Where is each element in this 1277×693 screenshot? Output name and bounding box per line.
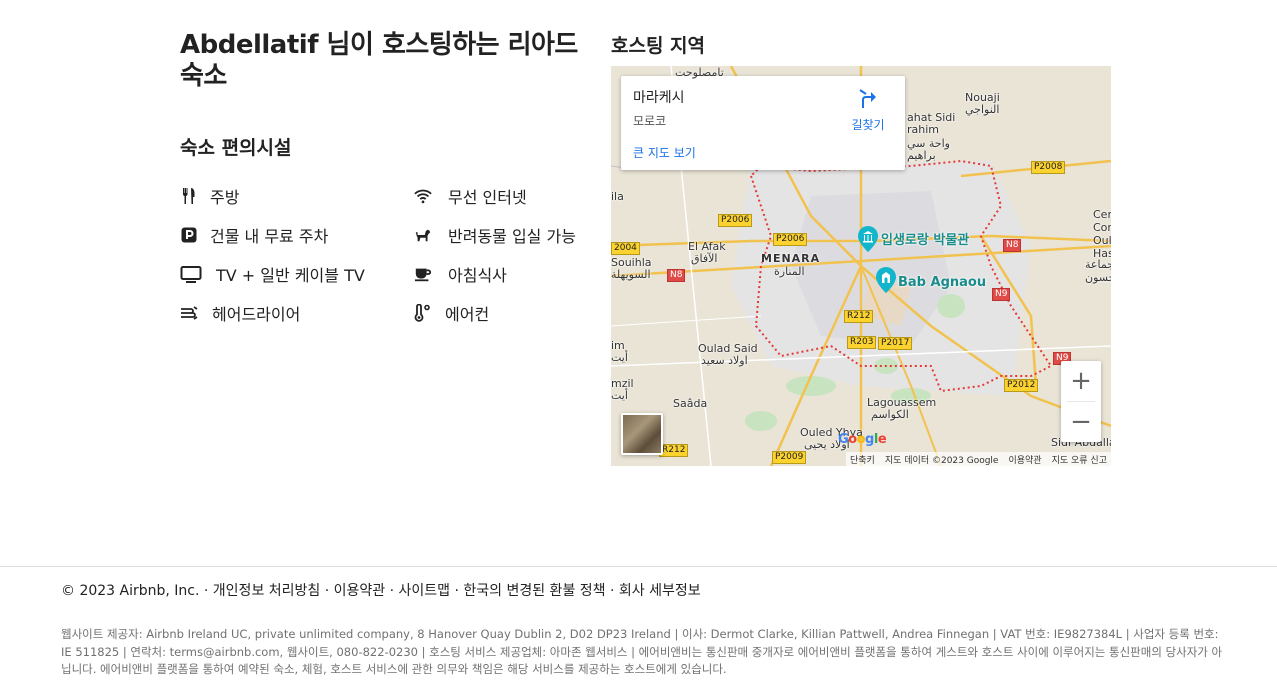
google-logo: Google: [838, 432, 887, 447]
map-label: جماعة حسون: [1085, 258, 1111, 284]
footer-links[interactable]: © 2023 Airbnb, Inc. · 개인정보 처리방침 · 이용약관 ·…: [61, 580, 701, 600]
road-sign: N8: [667, 269, 686, 282]
map-label: ila: [611, 190, 624, 203]
amenity-hair-dryer: 헤어드라이어: [180, 302, 300, 324]
fork-knife-icon: [180, 187, 198, 205]
amenity-label: 아침식사: [448, 266, 507, 285]
road-sign: N8: [1003, 239, 1022, 252]
gate-pin-icon: [876, 267, 896, 293]
map-label: السويهلة: [611, 268, 651, 281]
map-label: واحة سي براهيم: [907, 137, 950, 162]
map-data-text: 지도 데이터 ©2023 Google: [884, 455, 999, 466]
hair-dryer-icon: [180, 304, 198, 322]
road-sign: R212: [659, 444, 689, 457]
directions-button[interactable]: 길찾기: [848, 88, 888, 133]
wifi-icon: [414, 187, 432, 205]
amenity-breakfast: 아침식사: [414, 263, 507, 285]
road-sign: P2012: [1004, 379, 1039, 392]
directions-icon: [859, 89, 876, 108]
museum-pin-label[interactable]: 입생로랑 박물관: [881, 229, 969, 248]
info-country: 모로코: [633, 114, 667, 128]
map-info-card: 마라케시 모로코 큰 지도 보기 길찾기: [621, 76, 905, 170]
map-section-title: 호스팅 지역: [611, 35, 706, 57]
amenity-air-con: 에어컨: [414, 302, 489, 324]
directions-label: 길찾기: [851, 118, 885, 132]
amenity-label: TV + 일반 케이블 TV: [216, 266, 365, 285]
parking-icon: [180, 226, 198, 244]
amenity-label: 주방: [210, 188, 240, 207]
pet-icon: [414, 226, 432, 244]
map-footer: 단축키 지도 데이터 ©2023 Google 이용약관 지도 오류 신고: [846, 452, 1111, 466]
road-sign: N9: [992, 288, 1011, 301]
map-label: الكواسم: [871, 408, 909, 421]
zoom-in-button[interactable]: +: [1061, 361, 1101, 401]
road-sign: P2009: [772, 451, 807, 464]
zoom-control: + −: [1061, 361, 1101, 442]
museum-pin-icon: [858, 226, 878, 252]
info-city: 마라케시: [633, 90, 685, 106]
report-map-error-link[interactable]: 지도 오류 신고: [1052, 453, 1107, 466]
thermometer-icon: [414, 304, 432, 322]
amenity-kitchen: 주방: [180, 185, 239, 207]
amenity-wifi: 무선 인터넷: [414, 185, 527, 207]
map-label: المنارة: [774, 265, 805, 278]
amenity-label: 무선 인터넷: [448, 188, 527, 207]
road-sign: 2004: [611, 242, 640, 255]
road-sign: P2017: [878, 337, 913, 350]
road-sign: P2006: [718, 214, 753, 227]
road-sign: P2006: [773, 233, 808, 246]
amenity-tv: TV + 일반 케이블 TV: [180, 263, 365, 285]
map-label: اولاد سعيد: [701, 354, 748, 367]
map-label: Saâda: [673, 397, 708, 410]
amenity-label: 헤어드라이어: [212, 305, 301, 324]
listing-title: Abdellatif 님이 호스팅하는 리아드 숙소: [180, 30, 578, 91]
footer-divider: [0, 566, 1277, 567]
amenity-label: 건물 내 무료 주차: [210, 227, 329, 246]
satellite-toggle-button[interactable]: [621, 413, 663, 455]
coffee-icon: [414, 265, 432, 283]
tv-icon: [180, 265, 202, 283]
amenity-pets: 반려동물 입실 가능: [414, 224, 576, 246]
footer-legal: 웹사이트 제공자: Airbnb Ireland UC, private unl…: [61, 627, 1223, 676]
map-label: تامصلوحت: [675, 66, 724, 79]
amenity-parking: 건물 내 무료 주차: [180, 224, 328, 246]
map-label: النواجي: [965, 103, 1000, 116]
map-label: mzil أيت: [611, 377, 634, 402]
amenity-label: 반려동물 입실 가능: [448, 227, 576, 246]
map-view[interactable]: 마라케시 모로코 큰 지도 보기 길찾기 تامصلوحت Nouaji الن…: [611, 66, 1111, 466]
road-sign: P2008: [1031, 161, 1066, 174]
map-label: الآفاق: [691, 252, 718, 265]
amenity-label: 에어컨: [445, 305, 490, 324]
map-label: Cen Comm Oul Hass: [1093, 208, 1111, 260]
map-label: ahat Sidi rahim: [907, 111, 956, 136]
gate-pin-label[interactable]: Bab Agnaou: [898, 275, 986, 290]
map-label: im أيت: [611, 339, 628, 364]
road-sign: R212: [844, 310, 874, 323]
view-larger-map-link[interactable]: 큰 지도 보기: [633, 144, 696, 161]
amenities-title: 숙소 편의시설: [180, 137, 292, 159]
map-terms-link[interactable]: 이용약관: [1008, 453, 1041, 466]
zoom-out-button[interactable]: −: [1061, 402, 1101, 442]
road-sign: R203: [847, 336, 877, 349]
gate-pin[interactable]: [876, 267, 896, 293]
map-label: MENARA: [761, 252, 821, 265]
keyboard-shortcuts-link[interactable]: 단축키: [850, 453, 875, 466]
museum-pin[interactable]: [858, 226, 878, 252]
